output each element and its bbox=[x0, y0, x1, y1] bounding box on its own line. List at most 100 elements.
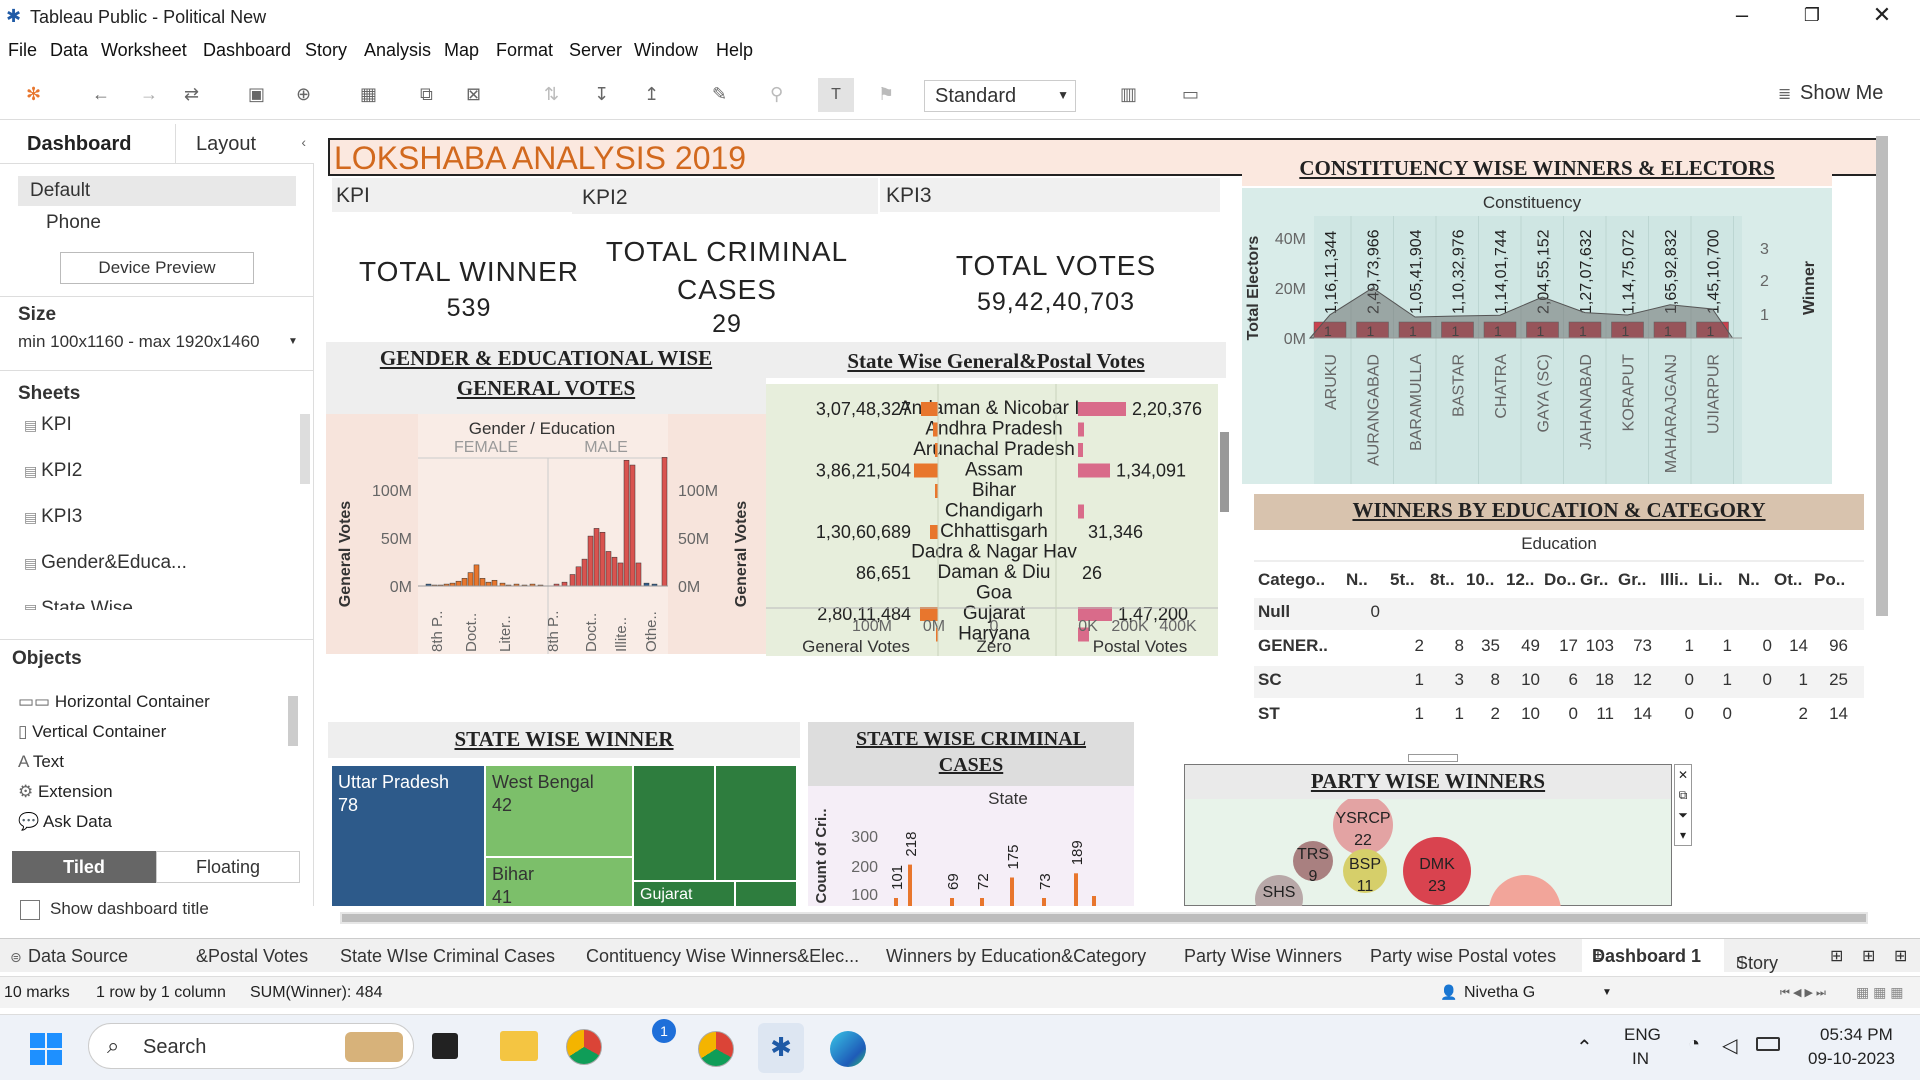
collapse-icon[interactable]: ‹ bbox=[301, 134, 306, 150]
volume-icon[interactable]: ◁ bbox=[1722, 1033, 1737, 1058]
tab-constituency[interactable]: Contituency Wise Winners&Elec... bbox=[586, 946, 859, 967]
show-labels-button[interactable]: T bbox=[818, 78, 854, 112]
hscroll-thumb[interactable] bbox=[342, 914, 1866, 922]
treemap-cell[interactable]: Gujarat bbox=[634, 882, 734, 906]
replay-icon[interactable]: ⇄ bbox=[184, 84, 199, 105]
object-vertical-container[interactable]: ▯ Vertical Container bbox=[18, 722, 166, 742]
edu-column-header[interactable]: Gr.. bbox=[1580, 570, 1608, 590]
grid-view-icon[interactable]: ▦ ▦ ▦ bbox=[1856, 984, 1903, 1001]
sort-asc-icon[interactable]: ↧ bbox=[594, 84, 609, 105]
presentation-icon[interactable]: ▭ bbox=[1182, 84, 1199, 105]
object-ask-data[interactable]: 💬 Ask Data bbox=[18, 812, 112, 832]
lang-2[interactable]: IN bbox=[1632, 1049, 1649, 1069]
treemap-cell[interactable]: West Bengal 42 bbox=[486, 766, 632, 856]
tableau-home-icon[interactable]: ✻ bbox=[26, 84, 41, 105]
pin-icon[interactable]: ⚑ bbox=[878, 84, 894, 105]
tab-postal-votes[interactable]: &Postal Votes bbox=[196, 946, 308, 967]
task-view-icon[interactable] bbox=[432, 1033, 458, 1059]
sheets-scrollbar[interactable] bbox=[300, 414, 310, 484]
tab-layout[interactable]: Layout ‹ bbox=[176, 124, 314, 164]
treemap-cell[interactable]: Bihar 41 bbox=[486, 858, 632, 906]
tab-dashboard-1[interactable]: ⊞ Dashboard 1 bbox=[1582, 939, 1724, 973]
group-icon[interactable]: ⚲ bbox=[770, 84, 783, 105]
edu-column-header[interactable]: Gr.. bbox=[1618, 570, 1646, 590]
menu-dashboard[interactable]: Dashboard bbox=[203, 40, 291, 61]
chrome-profile-icon[interactable] bbox=[698, 1031, 734, 1067]
edu-column-header[interactable]: 8t.. bbox=[1430, 570, 1455, 590]
edu-column-header[interactable]: 10.. bbox=[1466, 570, 1494, 590]
swap-icon[interactable]: ⇅ bbox=[544, 84, 559, 105]
file-explorer-icon[interactable] bbox=[500, 1031, 538, 1061]
tab-party-winners[interactable]: Party Wise Winners bbox=[1184, 946, 1342, 967]
sort-desc-icon[interactable]: ↥ bbox=[644, 84, 659, 105]
show-title-checkbox[interactable] bbox=[20, 900, 40, 920]
filter-icon[interactable]: ⏷ bbox=[1675, 805, 1691, 825]
device-preview-button[interactable]: Device Preview bbox=[60, 252, 254, 284]
more-options-icon[interactable]: ▾ bbox=[1675, 825, 1691, 845]
object-text[interactable]: A Text bbox=[18, 752, 64, 772]
tab-party-postal[interactable]: Party wise Postal votes bbox=[1370, 946, 1556, 967]
edu-column-header[interactable]: 12.. bbox=[1506, 570, 1534, 590]
menu-server[interactable]: Server bbox=[569, 40, 622, 61]
taskbar-search[interactable]: ⌕ Search bbox=[88, 1023, 414, 1069]
chrome-icon[interactable] bbox=[566, 1029, 602, 1065]
menu-help[interactable]: Help bbox=[716, 40, 753, 61]
tab-data-source[interactable]: Data Source bbox=[28, 946, 128, 967]
sheet-item-gender[interactable]: ▤ Gender&Educa... bbox=[24, 552, 187, 574]
new-datasource-icon[interactable]: ⊕ bbox=[296, 84, 311, 105]
menu-data[interactable]: Data bbox=[50, 40, 88, 61]
new-dashboard-tab-icon[interactable]: ⊞ bbox=[1862, 946, 1875, 966]
menu-story[interactable]: Story bbox=[305, 40, 347, 61]
nav-first-icon[interactable]: ⏮ ◀ ▶ ⏭ bbox=[1780, 986, 1826, 1000]
edu-column-header[interactable]: Po.. bbox=[1814, 570, 1845, 590]
size-dropdown[interactable]: min 100x1160 - max 1920x1460 ▼ bbox=[18, 332, 308, 358]
menu-file[interactable]: File bbox=[8, 40, 37, 61]
edu-column-header[interactable]: N.. bbox=[1346, 570, 1368, 590]
device-phone[interactable]: Phone bbox=[46, 212, 101, 234]
tab-criminal-cases[interactable]: State WIse Criminal Cases bbox=[340, 946, 555, 967]
chevron-down-icon[interactable]: ▼ bbox=[1602, 987, 1612, 998]
menu-format[interactable]: Format bbox=[496, 40, 553, 61]
redo-icon[interactable]: → bbox=[140, 84, 158, 105]
edu-column-header[interactable]: Ot.. bbox=[1774, 570, 1802, 590]
treemap-cell[interactable] bbox=[634, 766, 714, 880]
object-extension[interactable]: ⚙ Extension bbox=[18, 782, 113, 802]
treemap-cell[interactable] bbox=[736, 882, 796, 906]
resize-handle[interactable] bbox=[1408, 754, 1458, 762]
edu-column-header[interactable]: Do.. bbox=[1544, 570, 1576, 590]
dashboard-vscroll[interactable] bbox=[1876, 136, 1888, 616]
close-icon[interactable]: ✕ bbox=[1862, 2, 1902, 28]
objects-scrollbar[interactable] bbox=[288, 696, 298, 746]
menu-analysis[interactable]: Analysis bbox=[364, 40, 431, 61]
edu-column-header[interactable]: N.. bbox=[1738, 570, 1760, 590]
undo-icon[interactable]: ← bbox=[92, 84, 110, 105]
minimize-icon[interactable]: – bbox=[1722, 2, 1762, 28]
duplicate-icon[interactable]: ⧉ bbox=[420, 84, 433, 105]
remove-icon[interactable]: ✕ bbox=[1675, 765, 1691, 785]
new-sheet-icon[interactable]: ▦ bbox=[360, 84, 377, 105]
edu-column-header[interactable]: 5t.. bbox=[1390, 570, 1415, 590]
treemap-cell[interactable] bbox=[716, 766, 796, 880]
show-me-button[interactable]: Show Me bbox=[1800, 82, 1883, 105]
wifi-icon[interactable]: ◔ bbox=[1688, 1033, 1700, 1056]
menu-map[interactable]: Map bbox=[444, 40, 479, 61]
new-sheet-tab-icon[interactable]: ⊞ bbox=[1830, 946, 1843, 966]
object-horizontal-container[interactable]: ▭▭ Horizontal Container bbox=[18, 692, 210, 712]
goto-sheet-icon[interactable]: ⧉ bbox=[1675, 785, 1691, 805]
edu-column-header[interactable]: Illi.. bbox=[1660, 570, 1688, 590]
dashboard-hscroll[interactable] bbox=[340, 912, 1868, 924]
lang-1[interactable]: ENG bbox=[1624, 1025, 1661, 1045]
new-story-tab-icon[interactable]: ⊞ bbox=[1894, 946, 1907, 966]
menu-window[interactable]: Window bbox=[634, 40, 698, 61]
tiled-button[interactable]: Tiled bbox=[12, 851, 156, 883]
clock-time[interactable]: 05:34 PM bbox=[1820, 1025, 1893, 1045]
device-default[interactable]: Default bbox=[18, 176, 296, 206]
chart-icon[interactable]: ▥ bbox=[1120, 84, 1137, 105]
sheet-item-kpi[interactable]: ▤ KPI bbox=[24, 414, 72, 436]
sheet-item-kpi3[interactable]: ▤ KPI3 bbox=[24, 506, 82, 528]
maximize-icon[interactable]: ❐ bbox=[1792, 5, 1832, 26]
treemap-cell[interactable]: Uttar Pradesh 78 bbox=[332, 766, 484, 906]
windows-start-icon[interactable] bbox=[30, 1033, 62, 1065]
edu-column-header[interactable]: Li.. bbox=[1698, 570, 1723, 590]
sheet-item-statewise[interactable]: ▤ State Wise... bbox=[24, 598, 149, 610]
